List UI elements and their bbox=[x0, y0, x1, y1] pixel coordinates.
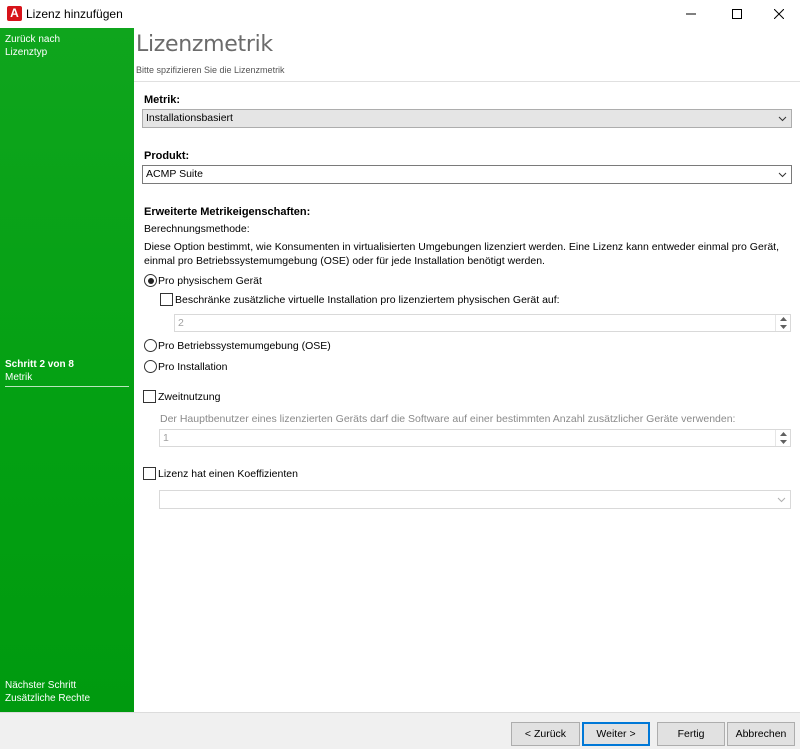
produkt-label: Produkt: bbox=[144, 150, 190, 162]
caret-up-icon bbox=[780, 317, 787, 321]
radio-per-physical-device[interactable] bbox=[144, 274, 157, 287]
coefficient-checkbox[interactable] bbox=[143, 467, 156, 480]
back-link-line1: Zurück nach bbox=[5, 34, 61, 45]
caret-up-icon bbox=[780, 432, 787, 436]
secondary-use-stepper[interactable]: 1 bbox=[159, 429, 791, 447]
close-button[interactable] bbox=[756, 0, 800, 28]
title-bar: A Lizenz hinzufügen bbox=[0, 0, 800, 28]
produkt-dropdown[interactable]: ACMP Suite bbox=[142, 165, 792, 184]
current-step: Schritt 2 von 8 Metrik bbox=[5, 358, 129, 384]
step-name: Metrik bbox=[5, 372, 33, 383]
next-button[interactable]: Weiter > bbox=[582, 722, 650, 746]
next-step-name: Zusätzliche Rechte bbox=[5, 693, 91, 704]
close-icon bbox=[774, 9, 784, 19]
chevron-down-icon bbox=[777, 497, 786, 503]
method-description-line2: einmal pro Betriebssystemumgebung (OSE) … bbox=[144, 255, 545, 267]
caret-down-icon bbox=[780, 325, 787, 329]
cancel-button[interactable]: Abbrechen bbox=[727, 722, 795, 746]
next-step-info: Nächster Schritt Zusätzliche Rechte bbox=[5, 679, 129, 705]
page-subtitle: Bitte spzifizieren Sie die Lizenzmetrik bbox=[136, 65, 285, 75]
maximize-button[interactable] bbox=[714, 0, 760, 28]
stepper-down-button[interactable] bbox=[776, 438, 791, 446]
radio-per-ose-label: Pro Betriebssystemumgebung (OSE) bbox=[158, 340, 331, 352]
maximize-icon bbox=[732, 9, 742, 19]
calculation-method-label: Berechnungsmethode: bbox=[144, 223, 250, 235]
produkt-selected-value: ACMP Suite bbox=[146, 168, 203, 180]
metrik-dropdown[interactable]: Installationsbasiert bbox=[142, 109, 792, 128]
restrict-virtual-installs-label: Beschränke zusätzliche virtuelle Install… bbox=[175, 294, 560, 306]
stepper-down-button[interactable] bbox=[776, 323, 791, 331]
wizard-sidebar: Zurück nach Lizenztyp Schritt 2 von 8 Me… bbox=[0, 28, 134, 712]
app-logo-icon: A bbox=[7, 6, 22, 21]
radio-per-physical-device-label: Pro physischem Gerät bbox=[158, 275, 262, 287]
back-to-license-type-link[interactable]: Zurück nach Lizenztyp bbox=[5, 33, 125, 59]
step-counter: Schritt 2 von 8 bbox=[5, 359, 74, 370]
next-step-heading: Nächster Schritt bbox=[5, 680, 77, 691]
metrik-label: Metrik: bbox=[144, 94, 181, 106]
virtual-installs-value: 2 bbox=[178, 317, 184, 329]
radio-per-installation[interactable] bbox=[144, 360, 157, 373]
minimize-button[interactable] bbox=[668, 0, 714, 28]
header-divider bbox=[134, 81, 800, 82]
page-title: Lizenzmetrik bbox=[136, 32, 273, 57]
secondary-use-description: Der Hauptbenutzer eines lizenzierten Ger… bbox=[160, 413, 736, 425]
radio-per-ose[interactable] bbox=[144, 339, 157, 352]
secondary-use-label: Zweitnutzung bbox=[158, 391, 221, 403]
stepper-buttons bbox=[775, 315, 790, 331]
step-divider bbox=[5, 386, 129, 387]
coefficient-label: Lizenz hat einen Koeffizienten bbox=[158, 468, 298, 480]
window-title: Lizenz hinzufügen bbox=[26, 7, 123, 21]
stepper-buttons bbox=[775, 430, 790, 446]
secondary-use-checkbox[interactable] bbox=[143, 390, 156, 403]
secondary-use-value: 1 bbox=[163, 432, 169, 444]
virtual-installs-stepper[interactable]: 2 bbox=[174, 314, 791, 332]
method-description-line1: Diese Option bestimmt, wie Konsumenten i… bbox=[144, 241, 779, 253]
restrict-virtual-installs-checkbox[interactable] bbox=[160, 293, 173, 306]
finish-button[interactable]: Fertig bbox=[657, 722, 725, 746]
stepper-up-button[interactable] bbox=[776, 430, 791, 438]
chevron-down-icon bbox=[778, 116, 787, 122]
back-button[interactable]: < Zurück bbox=[511, 722, 580, 746]
caret-down-icon bbox=[780, 440, 787, 444]
back-link-line2: Lizenztyp bbox=[5, 47, 48, 58]
chevron-down-icon bbox=[778, 172, 787, 178]
advanced-properties-heading: Erweiterte Metrikeigenschaften: bbox=[144, 206, 311, 218]
radio-per-installation-label: Pro Installation bbox=[158, 361, 228, 373]
stepper-up-button[interactable] bbox=[776, 315, 791, 323]
metrik-selected-value: Installationsbasiert bbox=[146, 112, 233, 124]
minimize-icon bbox=[686, 13, 696, 15]
wizard-button-bar: < Zurück Weiter > Fertig Abbrechen bbox=[0, 712, 800, 749]
coefficient-dropdown[interactable] bbox=[159, 490, 791, 509]
